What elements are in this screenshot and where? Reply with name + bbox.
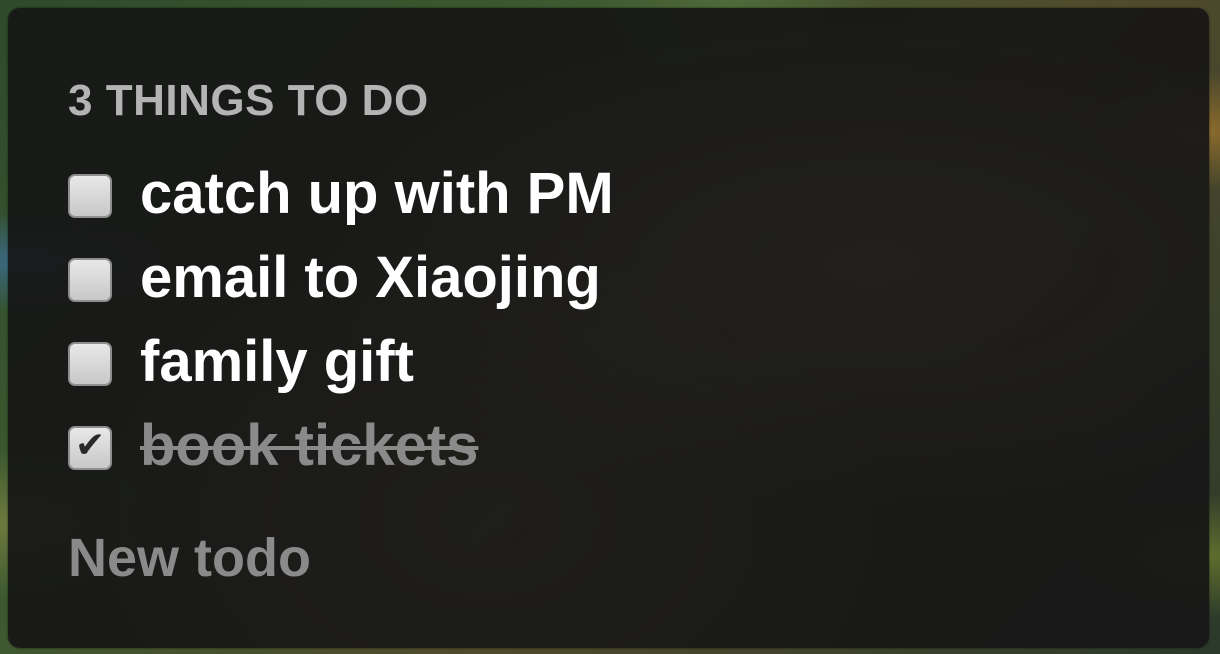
todo-label[interactable]: email to Xiaojing bbox=[140, 246, 601, 310]
todo-item: family gift bbox=[68, 330, 614, 414]
todo-checkbox[interactable] bbox=[68, 342, 112, 386]
todo-label[interactable]: catch up with PM bbox=[140, 162, 614, 226]
todo-label[interactable]: book tickets bbox=[140, 414, 478, 478]
todo-checkbox[interactable] bbox=[68, 258, 112, 302]
todo-item: catch up with PM bbox=[68, 162, 614, 246]
todo-panel: 3 THINGS TO DO catch up with PM email to… bbox=[8, 8, 1209, 648]
todo-count-title: 3 THINGS TO DO bbox=[68, 76, 429, 125]
todo-item: email to Xiaojing bbox=[68, 246, 614, 330]
todo-label[interactable]: family gift bbox=[140, 330, 414, 394]
check-icon: ✔ bbox=[75, 425, 106, 466]
todo-checkbox[interactable] bbox=[68, 174, 112, 218]
todo-checkbox-checked[interactable]: ✔ bbox=[68, 425, 112, 470]
todo-list: catch up with PM email to Xiaojing famil… bbox=[68, 162, 614, 498]
todo-item-completed: ✔ book tickets bbox=[68, 414, 614, 498]
new-todo-input[interactable] bbox=[68, 526, 668, 590]
